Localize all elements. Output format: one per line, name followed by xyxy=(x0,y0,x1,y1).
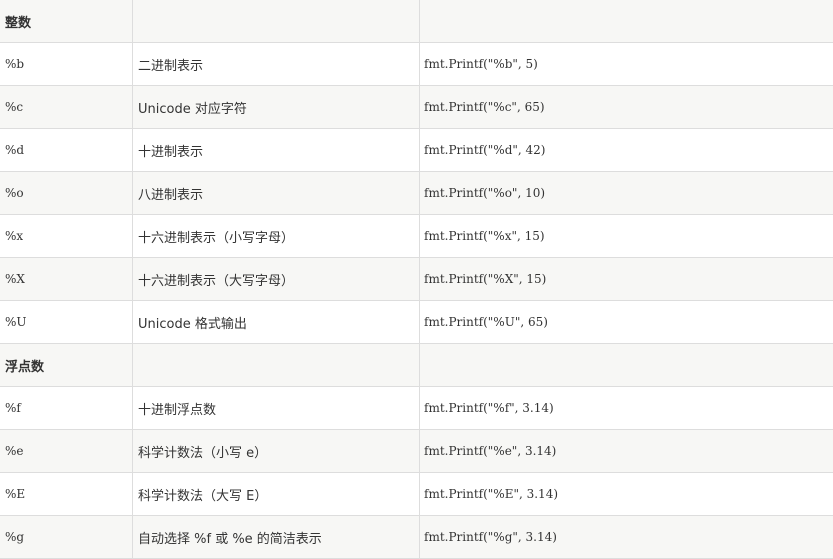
code-example: fmt.Printf("%E", 3.14) xyxy=(419,472,833,516)
code-example: fmt.Printf("%x", 15) xyxy=(419,214,833,258)
section-title: 整数 xyxy=(0,0,133,43)
format-verb: %d xyxy=(0,128,133,172)
section-header-row: 整数 xyxy=(0,0,833,43)
verb-description: 十进制表示 xyxy=(132,128,420,172)
code-example: fmt.Printf("%g", 3.14) xyxy=(419,515,833,559)
section-header-row: 浮点数 xyxy=(0,343,833,387)
format-verb-table: 整数 %b 二进制表示 fmt.Printf("%b", 5) %c Unico… xyxy=(0,0,833,559)
table-row: %f 十进制浮点数 fmt.Printf("%f", 3.14) xyxy=(0,386,833,430)
verb-description: 十六进制表示（小写字母） xyxy=(132,214,420,258)
format-verb: %o xyxy=(0,171,133,215)
code-example: fmt.Printf("%f", 3.14) xyxy=(419,386,833,430)
code-example: fmt.Printf("%c", 65) xyxy=(419,85,833,129)
verb-description: Unicode 格式输出 xyxy=(132,300,420,344)
format-verb: %X xyxy=(0,257,133,301)
format-verb: %E xyxy=(0,472,133,516)
table-row: %c Unicode 对应字符 fmt.Printf("%c", 65) xyxy=(0,85,833,129)
verb-description: 十进制浮点数 xyxy=(132,386,420,430)
empty-cell xyxy=(132,343,420,387)
verb-description: 自动选择 %f 或 %e 的简洁表示 xyxy=(132,515,420,559)
code-example: fmt.Printf("%e", 3.14) xyxy=(419,429,833,473)
table-row: %e 科学计数法（小写 e） fmt.Printf("%e", 3.14) xyxy=(0,429,833,473)
code-example: fmt.Printf("%X", 15) xyxy=(419,257,833,301)
table-row: %g 自动选择 %f 或 %e 的简洁表示 fmt.Printf("%g", 3… xyxy=(0,515,833,559)
code-example: fmt.Printf("%b", 5) xyxy=(419,42,833,86)
table-row: %E 科学计数法（大写 E） fmt.Printf("%E", 3.14) xyxy=(0,472,833,516)
table-row: %b 二进制表示 fmt.Printf("%b", 5) xyxy=(0,42,833,86)
format-verb: %b xyxy=(0,42,133,86)
verb-description: 科学计数法（小写 e） xyxy=(132,429,420,473)
code-example: fmt.Printf("%d", 42) xyxy=(419,128,833,172)
verb-description: 十六进制表示（大写字母） xyxy=(132,257,420,301)
format-verb: %c xyxy=(0,85,133,129)
table-row: %x 十六进制表示（小写字母） fmt.Printf("%x", 15) xyxy=(0,214,833,258)
verb-description: 科学计数法（大写 E） xyxy=(132,472,420,516)
format-verb: %f xyxy=(0,386,133,430)
table-row: %o 八进制表示 fmt.Printf("%o", 10) xyxy=(0,171,833,215)
format-verb: %e xyxy=(0,429,133,473)
empty-cell xyxy=(419,343,833,387)
empty-cell xyxy=(132,0,420,43)
code-example: fmt.Printf("%o", 10) xyxy=(419,171,833,215)
format-verb: %x xyxy=(0,214,133,258)
verb-description: 八进制表示 xyxy=(132,171,420,215)
code-example: fmt.Printf("%U", 65) xyxy=(419,300,833,344)
format-verb: %g xyxy=(0,515,133,559)
empty-cell xyxy=(419,0,833,43)
table-row: %X 十六进制表示（大写字母） fmt.Printf("%X", 15) xyxy=(0,257,833,301)
section-title: 浮点数 xyxy=(0,343,133,387)
table-row: %U Unicode 格式输出 fmt.Printf("%U", 65) xyxy=(0,300,833,344)
verb-description: 二进制表示 xyxy=(132,42,420,86)
format-verb: %U xyxy=(0,300,133,344)
verb-description: Unicode 对应字符 xyxy=(132,85,420,129)
table-row: %d 十进制表示 fmt.Printf("%d", 42) xyxy=(0,128,833,172)
